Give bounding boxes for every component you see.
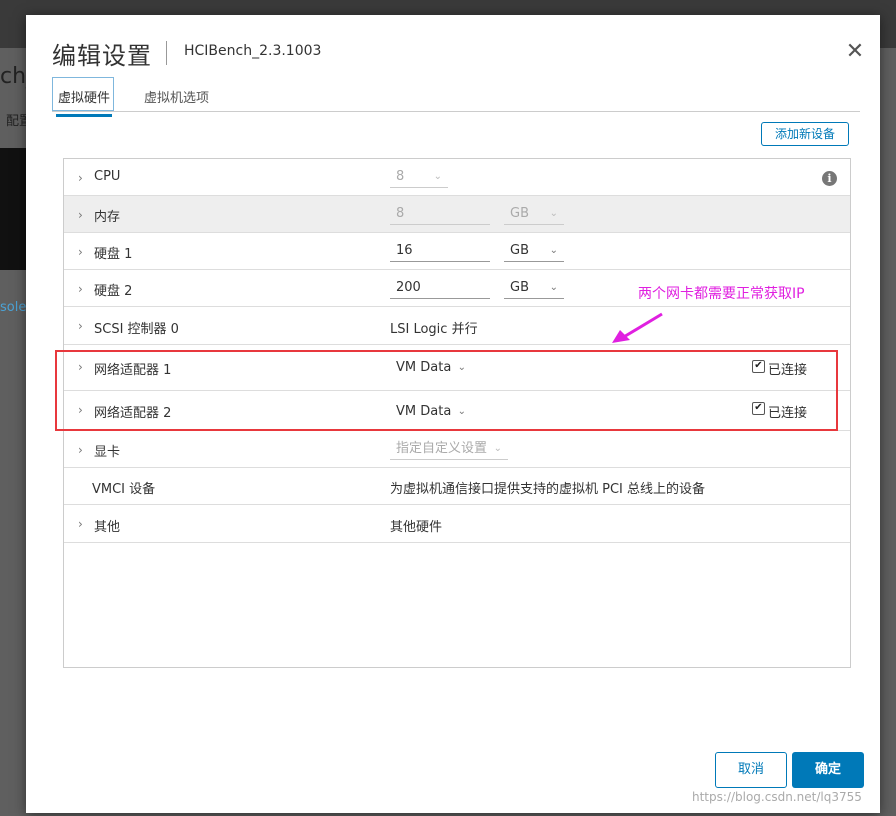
row-label-memory: 内存 <box>94 210 121 225</box>
row-label-disk-2: 硬盘 2 <box>94 284 133 299</box>
tab-vm-options[interactable]: 虚拟机选项 <box>142 87 211 114</box>
network-1-value: VM Data <box>396 360 452 375</box>
info-icon[interactable]: i <box>822 171 837 186</box>
row-cpu[interactable]: › CPU 8 ⌄ i <box>64 159 850 196</box>
expand-chevron-icon[interactable]: › <box>78 360 83 374</box>
other-value: 其他硬件 <box>390 520 443 535</box>
scsi-type-value: LSI Logic 并行 <box>390 322 478 337</box>
cpu-select[interactable]: 8 ⌄ <box>390 166 448 188</box>
row-memory[interactable]: › 内存 8 GB ⌄ <box>64 196 850 233</box>
row-label-network-adapter-1: 网络适配器 1 <box>94 363 172 378</box>
network-1-select[interactable]: VM Data ⌄ <box>390 357 472 379</box>
expand-chevron-icon[interactable]: › <box>78 403 83 417</box>
expand-chevron-icon[interactable]: › <box>78 319 83 333</box>
disk-2-unit-select[interactable]: GB ⌄ <box>504 277 564 299</box>
vm-name: HCIBench_2.3.1003 <box>184 43 322 59</box>
hardware-list: › CPU 8 ⌄ i › 内存 8 GB ⌄ › 硬盘 1 16 GB ⌄ ›… <box>63 158 851 668</box>
disk-1-unit: GB <box>510 243 529 258</box>
watermark-url: https://blog.csdn.net/lq3755 <box>692 790 862 804</box>
network-2-connected-checkbox[interactable]: ✔ <box>752 402 765 415</box>
expand-chevron-icon[interactable]: › <box>78 443 83 457</box>
expand-chevron-icon[interactable]: › <box>78 171 83 185</box>
ok-button[interactable]: 确定 <box>792 752 864 788</box>
disk-1-unit-select[interactable]: GB ⌄ <box>504 240 564 262</box>
row-label-scsi: SCSI 控制器 0 <box>94 322 179 337</box>
network-2-value: VM Data <box>396 404 452 419</box>
network-1-connected-label: 已连接 <box>768 363 808 378</box>
add-new-device-button[interactable]: 添加新设备 <box>761 122 849 146</box>
chevron-down-icon: ⌄ <box>457 406 466 417</box>
background-console-thumbnail <box>0 148 28 270</box>
disk-2-unit: GB <box>510 280 529 295</box>
network-2-select[interactable]: VM Data ⌄ <box>390 401 472 423</box>
annotation-text: 两个网卡都需要正常获取IP <box>638 286 805 302</box>
expand-chevron-icon[interactable]: › <box>78 282 83 296</box>
chevron-down-icon: ⌄ <box>549 245 558 256</box>
tab-bar: 虚拟硬件 虚拟机选项 <box>52 77 860 117</box>
cancel-button[interactable]: 取消 <box>715 752 787 788</box>
vmci-description: 为虚拟机通信接口提供支持的虚拟机 PCI 总线上的设备 <box>390 482 706 497</box>
row-label-disk-1: 硬盘 1 <box>94 247 133 262</box>
background-console-link: sole <box>0 300 27 315</box>
disk-1-size-input[interactable]: 16 <box>390 240 490 262</box>
dialog-title: 编辑设置 <box>52 42 152 70</box>
row-label-network-adapter-2: 网络适配器 2 <box>94 406 172 421</box>
row-video-card[interactable]: › 显卡 指定自定义设置 ⌄ <box>64 431 850 468</box>
expand-chevron-icon[interactable]: › <box>78 517 83 531</box>
chevron-down-icon: ⌄ <box>549 208 558 219</box>
cpu-value: 8 <box>396 169 405 184</box>
title-divider <box>166 41 167 65</box>
video-card-value: 指定自定义设置 <box>396 441 488 456</box>
chevron-down-icon: ⌄ <box>457 362 466 373</box>
chevron-down-icon: ⌄ <box>549 282 558 293</box>
row-label-vmci: VMCI 设备 <box>92 482 156 497</box>
row-network-adapter-1[interactable]: › 网络适配器 1 VM Data ⌄ ✔ 已连接 <box>64 345 850 391</box>
expand-chevron-icon[interactable]: › <box>78 208 83 222</box>
video-card-select[interactable]: 指定自定义设置 ⌄ <box>390 438 508 460</box>
row-disk-1[interactable]: › 硬盘 1 16 GB ⌄ <box>64 233 850 270</box>
chevron-down-icon: ⌄ <box>493 443 502 454</box>
network-2-connected-label: 已连接 <box>768 406 808 421</box>
chevron-down-icon: ⌄ <box>433 171 442 182</box>
network-1-connected-checkbox[interactable]: ✔ <box>752 360 765 373</box>
tab-virtual-hardware[interactable]: 虚拟硬件 <box>56 87 113 117</box>
row-network-adapter-2[interactable]: › 网络适配器 2 VM Data ⌄ ✔ 已连接 <box>64 391 850 431</box>
row-other[interactable]: › 其他 其他硬件 <box>64 505 850 543</box>
disk-2-size-input[interactable]: 200 <box>390 277 490 299</box>
expand-chevron-icon[interactable]: › <box>78 245 83 259</box>
memory-unit-select[interactable]: GB ⌄ <box>504 203 564 225</box>
row-label-other: 其他 <box>94 520 121 535</box>
memory-input[interactable]: 8 <box>390 203 490 225</box>
row-label-video-card: 显卡 <box>94 445 121 460</box>
edit-settings-dialog: 编辑设置 HCIBench_2.3.1003 ✕ 虚拟硬件 虚拟机选项 添加新设… <box>26 15 880 813</box>
row-label-cpu: CPU <box>94 169 121 184</box>
annotation-arrow-icon <box>612 312 663 343</box>
close-icon[interactable]: ✕ <box>844 41 866 64</box>
row-vmci-device: VMCI 设备 为虚拟机通信接口提供支持的虚拟机 PCI 总线上的设备 <box>64 468 850 505</box>
row-scsi-controller[interactable]: › SCSI 控制器 0 LSI Logic 并行 <box>64 307 850 345</box>
memory-unit: GB <box>510 206 529 221</box>
